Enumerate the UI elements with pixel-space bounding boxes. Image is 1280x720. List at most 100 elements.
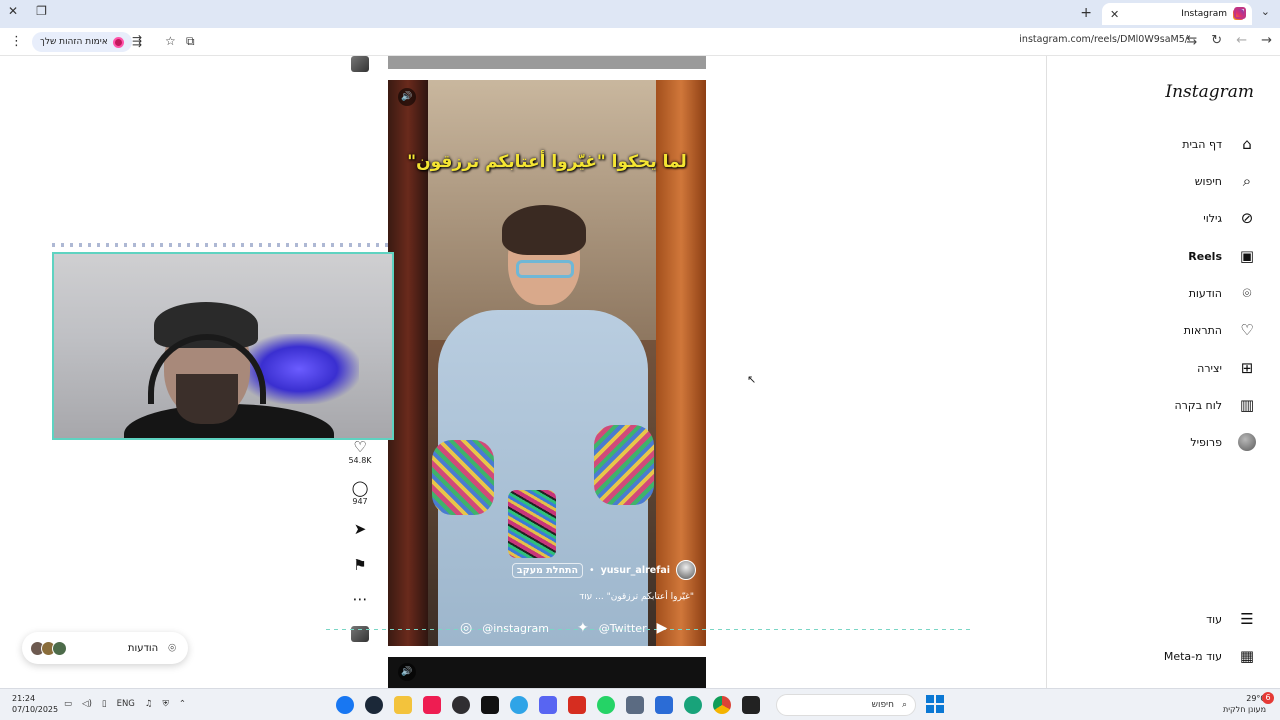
sidebar-item-create[interactable]: ⊞ יצירה — [1197, 359, 1256, 377]
show-hidden-icons-chevron-icon[interactable]: ⌃ — [179, 699, 186, 709]
edge-dev-icon[interactable] — [510, 696, 528, 714]
instagram-app-icon[interactable] — [1234, 7, 1246, 19]
language-indicator[interactable]: ENG — [117, 699, 135, 709]
messages-floating-button[interactable]: ⌾ הודעות — [22, 632, 188, 664]
sequin-bag — [508, 490, 556, 558]
sidebar-item-messages[interactable]: ⌾ הודעות — [1189, 284, 1256, 302]
profile-avatar — [1238, 433, 1256, 451]
reel-video[interactable]: 🔊 لما يحكوا "غيّروا أعتابكم ترزقون" yusu… — [388, 80, 706, 646]
tab-close-icon[interactable]: ✕ — [1110, 8, 1119, 21]
chrome-app-icon[interactable] — [713, 696, 731, 714]
extensions-icon[interactable]: ⇶ — [132, 34, 142, 48]
browser-menu-icon[interactable]: ⋮ — [10, 34, 23, 49]
save-action[interactable]: ⚑ — [346, 556, 374, 574]
terminal-app-icon[interactable] — [742, 696, 760, 714]
clock-time: 21:24 — [12, 694, 36, 703]
sidebar-item-label: דף הבית — [1182, 137, 1222, 151]
mute-toggle-button[interactable]: 🔊 — [398, 88, 416, 106]
facebook-app-icon[interactable] — [336, 696, 354, 714]
tab-title: Instagram — [1181, 9, 1227, 19]
sidebar-item-home[interactable]: ⌂ דף הבית — [1182, 135, 1256, 153]
calculator-app-icon[interactable] — [626, 696, 644, 714]
identity-verification-pill[interactable]: אימות הזהות שלך — [32, 32, 132, 52]
reload-icon[interactable]: ↻ — [1211, 33, 1222, 48]
author-avatar[interactable] — [676, 560, 696, 580]
sidebar-item-reels[interactable]: ▣ Reels — [1188, 247, 1256, 265]
paper-plane-icon[interactable]: ➤ — [346, 520, 374, 538]
close-window-icon[interactable]: ✕ — [8, 4, 18, 18]
browser-tab-instagram[interactable]: Instagram ✕ — [1102, 3, 1252, 25]
battery-icon[interactable]: ▭ — [64, 699, 72, 709]
comment-bubble-icon[interactable]: ◯ — [346, 479, 374, 497]
sidebar-item-notifications[interactable]: ♡ התראות — [1184, 321, 1256, 339]
messenger-icon: ⌾ — [1242, 284, 1252, 302]
previous-reel-audio-thumb[interactable] — [351, 56, 369, 72]
heart-icon[interactable]: ♡ — [346, 438, 374, 456]
bookmark-star-icon[interactable]: ☆ — [165, 34, 176, 48]
security-icon[interactable]: ⛨ — [163, 699, 169, 709]
sidebar-item-profile[interactable]: פרופיל — [1190, 433, 1256, 451]
mic-icon[interactable]: ♫ — [145, 699, 153, 709]
tiktok-studio-icon[interactable] — [481, 696, 499, 714]
start-button[interactable] — [926, 695, 944, 713]
compass-icon: ⊘ — [1240, 209, 1254, 227]
hamburger-menu-icon: ☰ — [1240, 610, 1254, 628]
reel-description[interactable]: "غيّروا أعتابكم ترزقون" ... עוד — [579, 592, 694, 602]
new-tab-button[interactable]: + — [1080, 5, 1092, 21]
weather-widget[interactable]: 29°C מעונן חלקית — [1223, 693, 1266, 715]
browser-toolbar: → ← ↻ ⇆ instagram.com/reels/DMl0W9saM5/ … — [0, 28, 1280, 56]
navigation-buttons: → ← ↻ ⇆ — [1186, 33, 1272, 48]
author-username[interactable]: yusur_alrefai — [601, 565, 670, 576]
bookmark-icon[interactable]: ⚑ — [346, 556, 374, 574]
store-app-icon[interactable] — [655, 696, 673, 714]
next-reel-video[interactable]: 🔊 — [388, 657, 706, 688]
sidebar-item-dashboard[interactable]: ▥ לוח בקרה — [1175, 396, 1257, 414]
obs-app-icon[interactable] — [452, 696, 470, 714]
previous-reel-edge[interactable] — [388, 56, 706, 69]
restore-window-icon[interactable]: ❐ — [36, 4, 47, 18]
mouse-cursor-icon: ↖ — [747, 373, 757, 386]
screenshot-icon[interactable]: ⧉ — [186, 34, 195, 49]
network-icon[interactable]: ▯ — [102, 699, 107, 709]
tiktok-app-icon[interactable] — [423, 696, 441, 714]
webcam-frame-decoration — [52, 243, 394, 247]
meta-grid-icon: ▦ — [1239, 647, 1255, 665]
back-arrow-icon[interactable]: → — [1261, 33, 1272, 48]
instagram-sidebar: Instagram ⌂ דף הבית ⌕ חיפוש ⊘ גילוי ▣ Re… — [1046, 56, 1280, 688]
home-icon: ⌂ — [1242, 135, 1252, 153]
sidebar-item-meta[interactable]: ▦ עוד מ-Meta — [1164, 647, 1256, 665]
instagram-logo[interactable]: Instagram — [1165, 82, 1254, 102]
system-tray: ▭ ◁) ▯ ENG ♫ ⛨ ⌃ — [64, 699, 186, 709]
next-reel-mute-button[interactable]: 🔊 — [398, 663, 416, 681]
file-explorer-icon[interactable] — [394, 696, 412, 714]
sidebar-item-label: פרופיל — [1190, 435, 1222, 449]
reel-author-row: yusur_alrefai • התחלת מעקב — [511, 560, 696, 580]
person-hair — [502, 205, 586, 255]
forward-arrow-icon[interactable]: ← — [1236, 33, 1247, 48]
tab-list-chevron-icon[interactable]: ⌄ — [1261, 5, 1270, 18]
acrobat-app-icon[interactable] — [568, 696, 586, 714]
edge-app-icon[interactable] — [684, 696, 702, 714]
follow-button[interactable]: התחלת מעקב — [511, 562, 583, 578]
avatar — [52, 640, 67, 656]
discord-app-icon[interactable] — [539, 696, 557, 714]
search-icon: ⌕ — [901, 700, 907, 710]
site-settings-icon[interactable]: ⇆ — [1186, 33, 1197, 48]
steam-app-icon[interactable] — [365, 696, 383, 714]
whatsapp-app-icon[interactable] — [597, 696, 615, 714]
sidebar-item-search[interactable]: ⌕ חיפוש — [1195, 172, 1256, 190]
instagram-handle: @instagram — [482, 621, 549, 635]
share-action[interactable]: ➤ — [346, 520, 374, 538]
comment-action[interactable]: ◯ 947 — [346, 479, 374, 506]
taskbar-search[interactable]: חיפוש ⌕ — [776, 694, 916, 716]
sidebar-item-explore[interactable]: ⊘ גילוי — [1203, 209, 1256, 227]
youtube-icon: ▶ — [656, 620, 668, 636]
instagram-icon: ◎ — [460, 620, 473, 636]
address-bar[interactable]: instagram.com/reels/DMl0W9saM5/ — [1019, 34, 1188, 45]
more-dots-icon[interactable]: ⋯ — [346, 590, 374, 608]
like-action[interactable]: ♡ 54.8K — [346, 438, 374, 465]
sidebar-item-more[interactable]: ☰ עוד — [1206, 610, 1256, 628]
volume-icon[interactable]: ◁) — [82, 699, 92, 709]
more-options-action[interactable]: ⋯ — [346, 590, 374, 608]
clock[interactable]: 21:24 07/10/2025 — [12, 693, 58, 715]
